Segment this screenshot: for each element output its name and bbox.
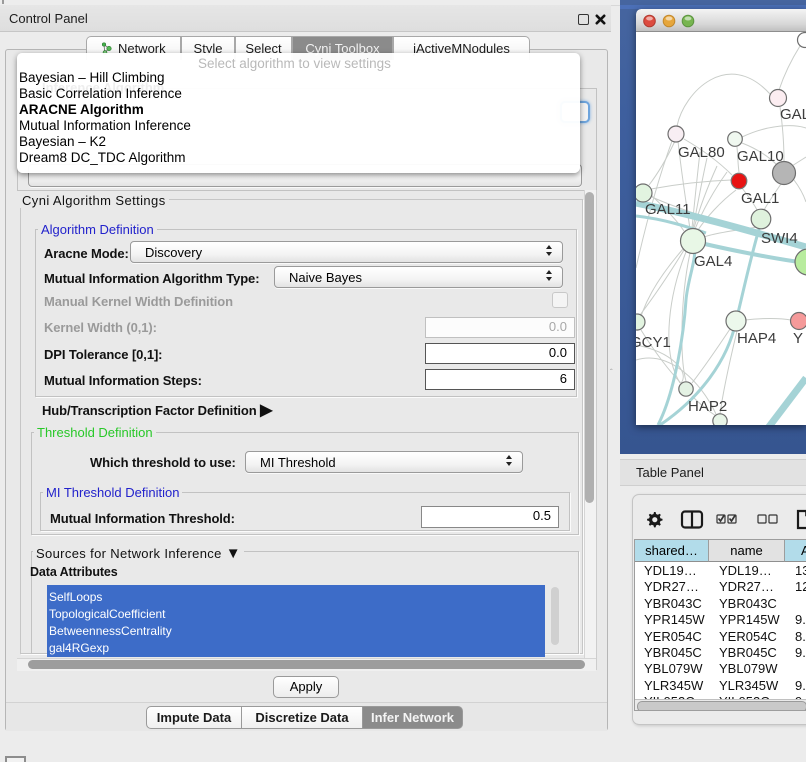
svg-text:SWI4: SWI4 (761, 230, 798, 247)
svg-text:GAL80: GAL80 (678, 144, 725, 161)
svg-text:HAP4: HAP4 (737, 330, 776, 347)
svg-text:GAL1: GAL1 (741, 190, 779, 207)
svg-text:HAP2: HAP2 (688, 398, 727, 415)
svg-text:GCY1: GCY1 (636, 334, 671, 351)
svg-text:GAL11: GAL11 (645, 201, 691, 218)
svg-text:Y: Y (793, 330, 803, 347)
svg-text:GAL4: GAL4 (694, 253, 732, 270)
svg-text:GAL10: GAL10 (737, 148, 784, 165)
svg-text:GAL: GAL (780, 106, 806, 123)
